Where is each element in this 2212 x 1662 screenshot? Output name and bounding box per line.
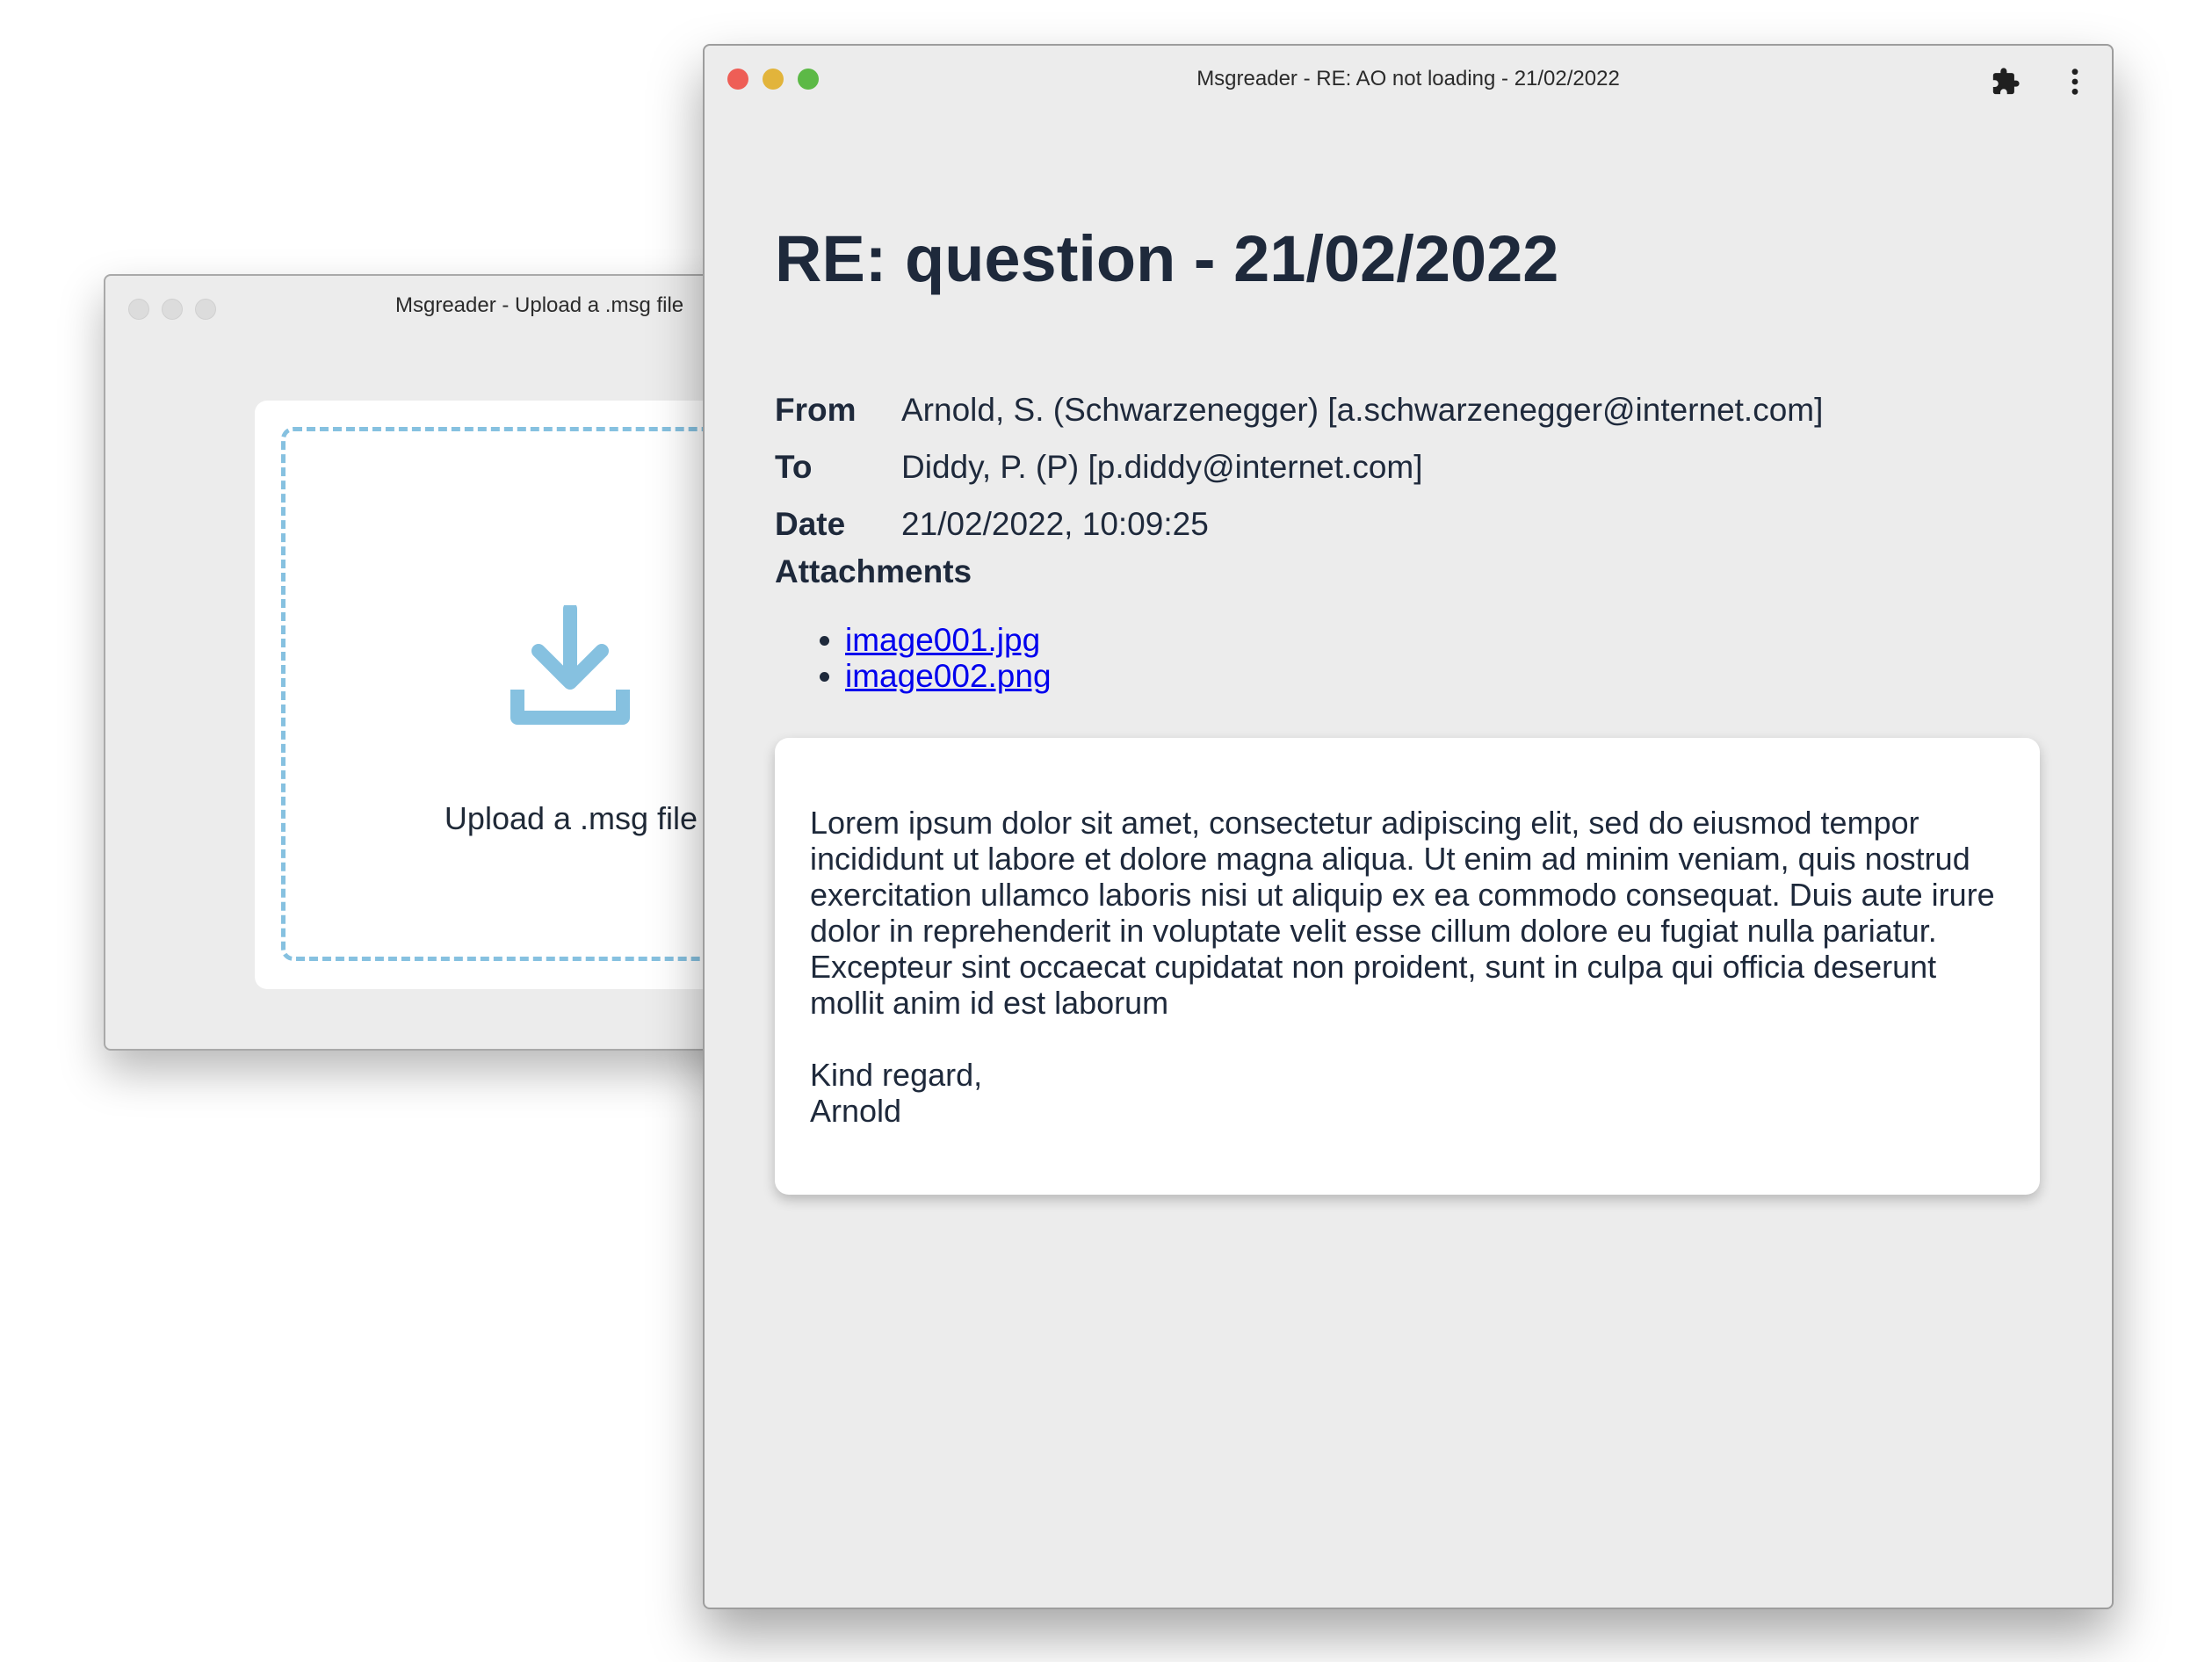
minimize-button[interactable] xyxy=(162,299,183,320)
message-subject: RE: question - 21/02/2022 xyxy=(775,222,1559,295)
upload-label: Upload a .msg file xyxy=(444,800,698,836)
list-item: image002.png xyxy=(845,658,1052,694)
to-label: To xyxy=(775,448,813,485)
date-row: Date 21/02/2022, 10:09:25 xyxy=(775,495,1823,553)
date-label: Date xyxy=(775,505,846,542)
message-window-titlebar[interactable]: Msgreader - RE: AO not loading - 21/02/2… xyxy=(705,46,2112,116)
attachments-heading: Attachments xyxy=(775,553,972,589)
desktop: Msgreader - Upload a .msg file Upload a … xyxy=(0,0,2212,1662)
to-row: To Diddy, P. (P) [p.diddy@internet.com] xyxy=(775,438,1823,495)
kebab-menu-icon[interactable] xyxy=(2068,67,2082,97)
attachment-link[interactable]: image002.png xyxy=(845,658,1052,694)
message-window: Msgreader - RE: AO not loading - 21/02/2… xyxy=(703,44,2114,1609)
date-value: 21/02/2022, 10:09:25 xyxy=(901,505,1209,542)
message-body-card: Lorem ipsum dolor sit amet, consectetur … xyxy=(775,738,2040,1195)
from-label: From xyxy=(775,391,857,428)
window-title: Msgreader - RE: AO not loading - 21/02/2… xyxy=(1196,67,1620,90)
window-controls-inactive xyxy=(128,299,216,320)
message-headers: From Arnold, S. (Schwarzenegger) [a.schw… xyxy=(775,381,1823,553)
close-button[interactable] xyxy=(128,299,149,320)
zoom-button[interactable] xyxy=(195,299,216,320)
attachments-list: image001.jpg image002.png xyxy=(775,622,1052,694)
message-body: Lorem ipsum dolor sit amet, consectetur … xyxy=(810,805,1995,1129)
download-icon xyxy=(510,605,630,725)
attachment-link[interactable]: image001.jpg xyxy=(845,622,1040,658)
puzzle-extension-icon[interactable] xyxy=(1991,67,2020,97)
window-title: Msgreader - Upload a .msg file xyxy=(395,293,684,317)
from-row: From Arnold, S. (Schwarzenegger) [a.schw… xyxy=(775,381,1823,438)
from-value: Arnold, S. (Schwarzenegger) [a.schwarzen… xyxy=(901,391,1824,428)
to-value: Diddy, P. (P) [p.diddy@internet.com] xyxy=(901,448,1423,485)
list-item: image001.jpg xyxy=(845,622,1052,658)
